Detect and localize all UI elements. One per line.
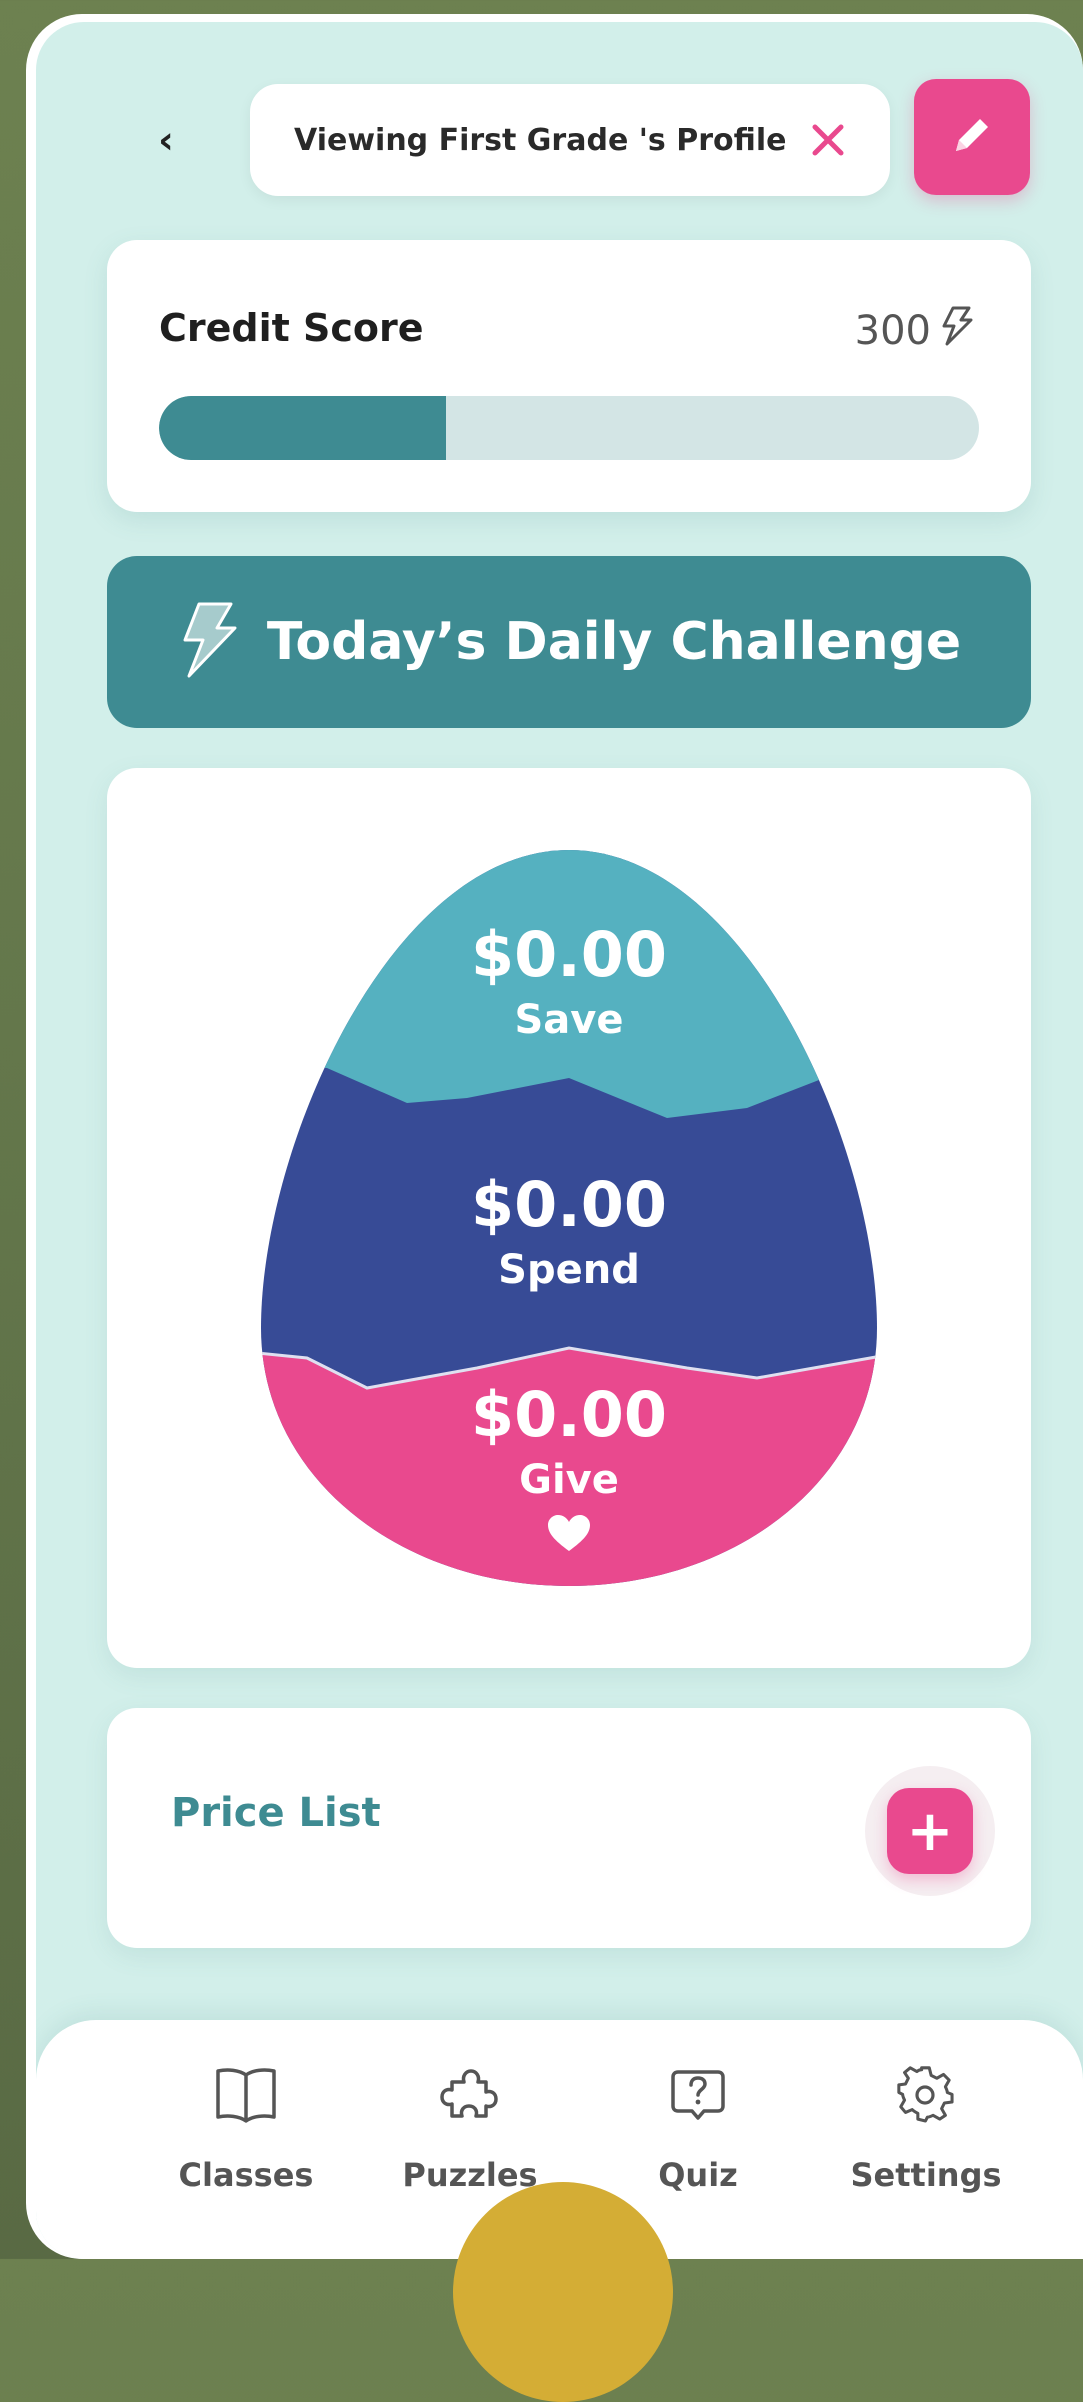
add-price-button[interactable]: + [887,1788,973,1874]
nav-label: Quiz [658,2156,738,2194]
nav-item-quiz[interactable]: Quiz [598,2062,798,2194]
nav-label: Settings [850,2156,1002,2194]
phone-frame: ‹ Viewing First Grade 's Profile Credit … [26,14,1083,2259]
save-amount: $0.00 [470,918,668,991]
nav-label: Classes [178,2156,314,2194]
book-icon [146,2062,346,2126]
edit-button[interactable] [914,79,1030,195]
give-jar: $0.00 Give [107,1378,1031,1557]
daily-challenge-button[interactable]: Today’s Daily Challenge [107,556,1031,728]
spend-jar: $0.00 Spend [107,1168,1031,1293]
pencil-icon [946,109,998,165]
nav-item-settings[interactable]: Settings [826,2062,1026,2194]
gear-icon [826,2062,1026,2126]
heart-icon [107,1513,1031,1557]
back-button[interactable]: ‹ [136,110,196,170]
credit-score-progress-bar [159,396,979,460]
give-amount: $0.00 [470,1378,668,1451]
close-icon[interactable] [808,120,848,160]
daily-challenge-label: Today’s Daily Challenge [266,612,962,672]
lightning-icon [177,600,241,684]
credit-score-card: Credit Score 300 [107,240,1031,512]
credit-score-title: Credit Score [159,306,424,350]
price-list-card: Price List + [107,1708,1031,1948]
credit-score-progress-fill [159,396,446,460]
viewing-profile-banner: Viewing First Grade 's Profile [250,84,890,196]
viewing-profile-text: Viewing First Grade 's Profile [294,122,787,158]
price-list-title: Price List [171,1790,381,1836]
spend-label: Spend [498,1247,640,1293]
money-jars-card: $0.00 Save $0.00 Spend $0.00 Give [107,768,1031,1668]
question-icon [598,2062,798,2126]
save-label: Save [514,997,624,1043]
nav-item-classes[interactable]: Classes [146,2062,346,2194]
puzzle-icon [370,2062,570,2126]
credit-score-value: 300 [855,306,975,356]
give-label: Give [519,1457,619,1503]
app-screen: ‹ Viewing First Grade 's Profile Credit … [36,22,1083,2259]
credit-score-number: 300 [854,308,931,354]
home-bubble[interactable] [453,2182,673,2402]
nav-item-puzzles[interactable]: Puzzles [370,2062,570,2194]
save-jar: $0.00 Save [107,918,1031,1043]
lightning-icon [939,306,975,356]
spend-amount: $0.00 [470,1168,668,1241]
